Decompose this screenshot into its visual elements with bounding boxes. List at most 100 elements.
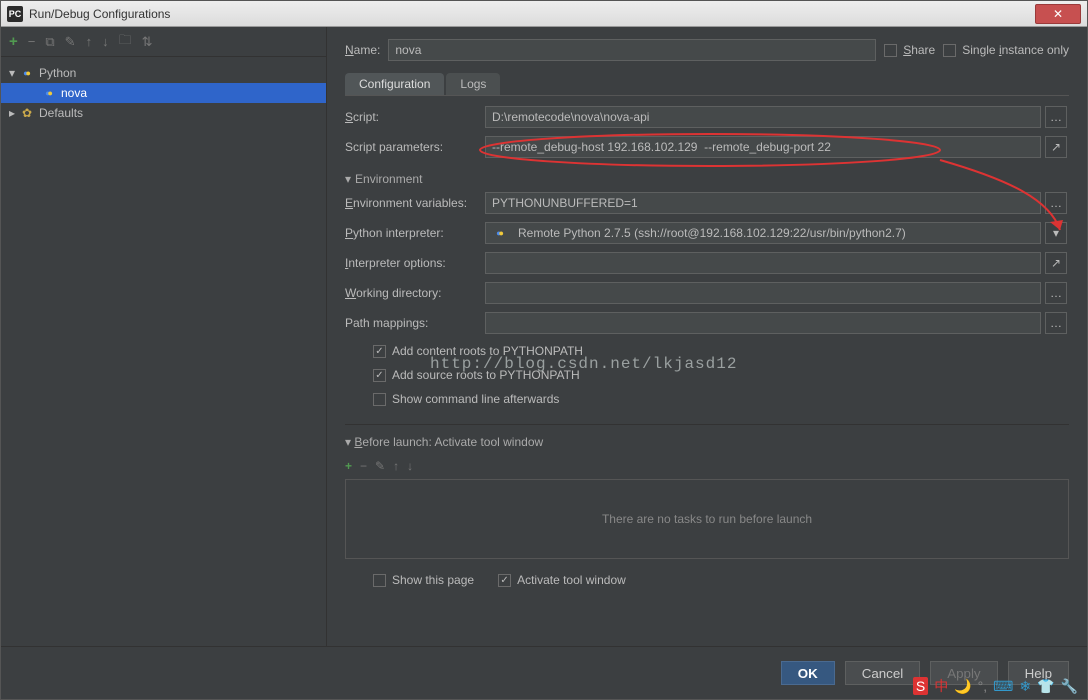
- add-source-roots-checkbox[interactable]: Add source roots to PYTHONPATH: [373, 368, 1069, 382]
- checkbox-icon: [884, 44, 897, 57]
- script-parameters-input[interactable]: [485, 136, 1041, 158]
- config-form: Script: … Script parameters: ↗: [345, 106, 1069, 158]
- tree-nova-config[interactable]: ●● nova: [1, 83, 326, 103]
- show-this-page-checkbox[interactable]: Show this page: [373, 573, 474, 587]
- window-title: Run/Debug Configurations: [29, 7, 1035, 21]
- move-down-icon[interactable]: ↓: [102, 34, 109, 49]
- divider: [345, 424, 1069, 425]
- tray-item-icon[interactable]: 中: [934, 676, 948, 696]
- cancel-button[interactable]: Cancel: [845, 661, 921, 685]
- params-label: Script parameters:: [345, 140, 485, 154]
- chevron-down-icon: ▾: [9, 66, 19, 80]
- name-input[interactable]: [388, 39, 876, 61]
- browse-working-dir-button[interactable]: …: [1045, 282, 1067, 304]
- move-task-down-icon[interactable]: ↓: [407, 459, 413, 473]
- copy-config-icon[interactable]: ⧉: [45, 34, 54, 50]
- before-launch-list: There are no tasks to run before launch: [345, 479, 1069, 559]
- checkbox-icon: [373, 345, 386, 358]
- settings-icon[interactable]: ✎: [65, 34, 76, 50]
- content-area: + − ⧉ ✎ ↑ ↓ 🗀 ⇅ ▾ ●● Python ●● nova: [1, 27, 1087, 646]
- interp-opts-input[interactable]: [485, 252, 1041, 274]
- expand-interp-opts-button[interactable]: ↗: [1045, 252, 1067, 274]
- checkbox-icon: [943, 44, 956, 57]
- app-icon: PC: [7, 6, 23, 22]
- tab-logs[interactable]: Logs: [446, 73, 500, 95]
- tray-item-icon[interactable]: °,: [978, 678, 988, 694]
- tree-item-label: nova: [61, 86, 87, 100]
- remove-task-icon[interactable]: −: [360, 459, 367, 473]
- name-label: Name:: [345, 43, 380, 57]
- move-task-up-icon[interactable]: ↑: [393, 459, 399, 473]
- checkbox-label: Add content roots to PYTHONPATH: [392, 344, 583, 358]
- remove-config-icon[interactable]: −: [28, 34, 36, 49]
- add-content-roots-checkbox[interactable]: Add content roots to PYTHONPATH: [373, 344, 1069, 358]
- envvars-label: Environment variables:: [345, 196, 485, 210]
- tree-defaults[interactable]: ▸ ✿ Defaults: [1, 103, 326, 123]
- envvars-input[interactable]: [485, 192, 1041, 214]
- name-row: Name: Share Single instance only: [345, 39, 1069, 61]
- sidebar: + − ⧉ ✎ ↑ ↓ 🗀 ⇅ ▾ ●● Python ●● nova: [1, 27, 327, 646]
- interpreter-dropdown-icon[interactable]: ▾: [1045, 222, 1067, 244]
- path-mappings-label: Path mappings:: [345, 316, 485, 330]
- working-dir-label: Working directory:: [345, 286, 485, 300]
- tree-item-label: Python: [39, 66, 76, 80]
- sidebar-toolbar: + − ⧉ ✎ ↑ ↓ 🗀 ⇅: [1, 27, 326, 57]
- activate-tool-window-checkbox[interactable]: Activate tool window: [498, 573, 626, 587]
- wrench-icon[interactable]: 🔧: [1061, 678, 1078, 695]
- checkbox-label: Show this page: [392, 573, 474, 587]
- dialog-window: PC Run/Debug Configurations ✕ + − ⧉ ✎ ↑ …: [0, 0, 1088, 700]
- working-dir-input[interactable]: [485, 282, 1041, 304]
- browse-script-button[interactable]: …: [1045, 106, 1067, 128]
- add-task-icon[interactable]: +: [345, 459, 352, 473]
- bottom-options: Show this page Activate tool window: [345, 573, 1069, 587]
- keyboard-icon[interactable]: ⌨: [993, 678, 1013, 695]
- add-config-icon[interactable]: +: [9, 33, 18, 50]
- folder-icon[interactable]: 🗀: [119, 31, 132, 53]
- script-input[interactable]: [485, 106, 1041, 128]
- empty-tasks-text: There are no tasks to run before launch: [602, 512, 812, 526]
- tray-item-icon[interactable]: ❄: [1019, 678, 1031, 695]
- path-mappings-input[interactable]: [485, 312, 1041, 334]
- tree-item-label: Defaults: [39, 106, 83, 120]
- main-panel: Name: Share Single instance only Configu…: [327, 27, 1087, 646]
- before-launch-toolbar: + − ✎ ↑ ↓: [345, 457, 1069, 479]
- config-tree: ▾ ●● Python ●● nova ▸ ✿ Defaults: [1, 57, 326, 129]
- tab-configuration[interactable]: Configuration: [345, 73, 444, 95]
- before-launch-section[interactable]: ▾ Before launch: Activate tool window: [345, 435, 1069, 449]
- expand-params-button[interactable]: ↗: [1045, 136, 1067, 158]
- checkbox-label: Show command line afterwards: [392, 392, 559, 406]
- checkbox-icon: [373, 393, 386, 406]
- checkbox-icon: [498, 574, 511, 587]
- single-instance-checkbox[interactable]: Single instance only: [943, 43, 1069, 57]
- tabs: Configuration Logs: [345, 73, 1069, 96]
- tree-python-group[interactable]: ▾ ●● Python: [1, 63, 326, 83]
- script-label: Script:: [345, 110, 485, 124]
- checkbox-icon: [373, 574, 386, 587]
- checkbox-label: Activate tool window: [517, 573, 626, 587]
- browse-path-mappings-button[interactable]: …: [1045, 312, 1067, 334]
- ime-icon[interactable]: S: [913, 677, 928, 695]
- environment-section[interactable]: ▾Environment: [345, 172, 1069, 186]
- checkbox-icon: [373, 369, 386, 382]
- interp-opts-label: Interpreter options:: [345, 256, 485, 270]
- ok-button[interactable]: OK: [781, 661, 835, 685]
- show-cmd-checkbox[interactable]: Show command line afterwards: [373, 392, 1069, 406]
- chevron-right-icon: ▸: [9, 106, 19, 120]
- checkbox-label: Add source roots to PYTHONPATH: [392, 368, 580, 382]
- interpreter-select[interactable]: ●● Remote Python 2.7.5 (ssh://root@192.1…: [485, 222, 1041, 244]
- tray-item-icon[interactable]: 👕: [1037, 678, 1054, 695]
- move-up-icon[interactable]: ↑: [86, 34, 93, 49]
- interpreter-value: Remote Python 2.7.5 (ssh://root@192.168.…: [518, 226, 906, 240]
- share-checkbox[interactable]: Share: [884, 43, 935, 57]
- browse-envvars-button[interactable]: …: [1045, 192, 1067, 214]
- python-icon: ●●: [19, 65, 35, 81]
- titlebar: PC Run/Debug Configurations ✕: [1, 1, 1087, 27]
- gear-icon: ✿: [19, 105, 35, 121]
- close-icon[interactable]: ✕: [1035, 4, 1081, 24]
- system-tray: S 中 🌙 °, ⌨ ❄ 👕 🔧: [913, 676, 1078, 696]
- edit-task-icon[interactable]: ✎: [375, 459, 385, 473]
- pythonpath-options: Add content roots to PYTHONPATH Add sour…: [345, 344, 1069, 406]
- python-icon: ●●: [492, 225, 508, 241]
- sort-icon[interactable]: ⇅: [142, 34, 153, 50]
- tray-item-icon[interactable]: 🌙: [954, 678, 971, 695]
